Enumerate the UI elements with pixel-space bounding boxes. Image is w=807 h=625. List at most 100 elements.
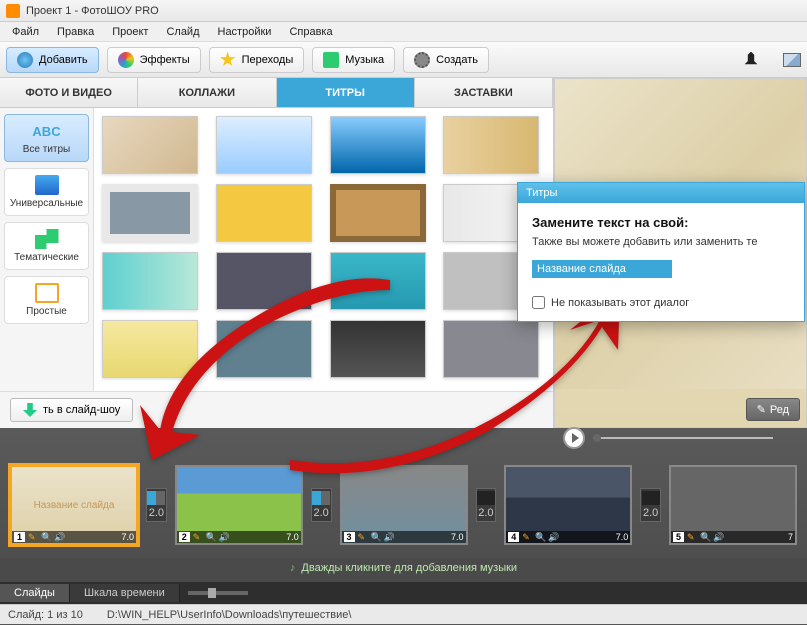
edit-icon[interactable]: ✎: [358, 532, 368, 542]
sidebar-item-all-titles[interactable]: ABC Все титры: [4, 114, 89, 162]
timeline[interactable]: Название слайда1✎🔍🔊7.02.02✎🔍🔊7.02.03✎🔍🔊7…: [0, 452, 807, 558]
menu-edit[interactable]: Правка: [49, 24, 102, 40]
dont-show-checkbox-label[interactable]: Не показывать этот диалог: [532, 296, 790, 309]
checkbox-text: Не показывать этот диалог: [551, 297, 689, 309]
transition-box[interactable]: 2.0: [311, 488, 332, 522]
sidebar-item-universal[interactable]: Универсальные: [4, 168, 89, 216]
add-button[interactable]: Добавить: [6, 47, 99, 73]
create-icon: [414, 52, 430, 68]
template-thumb[interactable]: [216, 252, 312, 310]
tab-screensavers[interactable]: ЗАСТАВКИ: [415, 78, 553, 107]
edit-button[interactable]: Ред: [746, 398, 800, 421]
template-thumb[interactable]: [102, 116, 198, 174]
sound-icon[interactable]: 🔊: [219, 532, 229, 542]
music-button[interactable]: Музыка: [312, 47, 395, 73]
template-thumb[interactable]: [330, 116, 426, 174]
sidebar-item-simple[interactable]: Простые: [4, 276, 89, 324]
menu-help[interactable]: Справка: [281, 24, 340, 40]
content-tabs: ФОТО И ВИДЕО КОЛЛАЖИ ТИТРЫ ЗАСТАВКИ: [0, 78, 553, 108]
play-button[interactable]: [563, 427, 585, 449]
zoom-icon[interactable]: 🔍: [371, 532, 381, 542]
template-thumb[interactable]: [443, 116, 539, 174]
edit-icon[interactable]: ✎: [687, 532, 697, 542]
template-thumb[interactable]: [102, 252, 198, 310]
slide-thumbnail: Название слайда1✎🔍🔊7.0: [10, 465, 138, 545]
timeline-slide[interactable]: Название слайда1✎🔍🔊7.0: [10, 465, 138, 545]
edit-icon[interactable]: ✎: [522, 532, 532, 542]
music-track-hint[interactable]: Дважды кликните для добавления музыки: [0, 558, 807, 582]
sound-icon[interactable]: 🔊: [548, 532, 558, 542]
bottom-tab-slides[interactable]: Слайды: [0, 584, 70, 602]
menu-slide[interactable]: Слайд: [158, 24, 207, 40]
slide-thumbnail: 4✎🔍🔊7.0: [504, 465, 632, 545]
effects-label: Эффекты: [140, 54, 190, 66]
dialog-subtext: Также вы можете добавить или заменить те: [532, 236, 790, 248]
left-panel: ФОТО И ВИДЕО КОЛЛАЖИ ТИТРЫ ЗАСТАВКИ ABC …: [0, 78, 554, 428]
slide-controls: 1✎🔍🔊7.0: [12, 531, 136, 543]
edit-icon[interactable]: ✎: [193, 532, 203, 542]
menu-settings[interactable]: Настройки: [210, 24, 280, 40]
sound-icon[interactable]: 🔊: [54, 532, 64, 542]
titlebar: Проект 1 - ФотоШОУ PRO: [0, 0, 807, 22]
seek-bar[interactable]: [593, 437, 773, 439]
zoom-slider[interactable]: [188, 591, 248, 595]
bottom-tab-timeline[interactable]: Шкала времени: [70, 584, 180, 602]
abc-icon: ABC: [35, 121, 59, 141]
menubar: Файл Правка Проект Слайд Настройки Справ…: [0, 22, 807, 42]
category-sidebar: ABC Все титры Универсальные Тематические…: [0, 108, 94, 391]
add-to-slideshow-label: ть в слайд-шоу: [43, 404, 120, 416]
template-thumb[interactable]: [102, 184, 198, 242]
effects-button[interactable]: Эффекты: [107, 47, 201, 73]
slide-duration: 7.0: [286, 532, 299, 542]
sidebar-label-simple: Простые: [26, 306, 67, 317]
sound-icon[interactable]: 🔊: [713, 532, 723, 542]
timeline-slide[interactable]: 5✎🔍🔊7: [669, 465, 797, 545]
app-icon: [6, 4, 20, 18]
add-button-row: ть в слайд-шоу: [0, 391, 553, 428]
template-grid[interactable]: [94, 108, 553, 391]
slide-controls: 4✎🔍🔊7.0: [506, 531, 630, 543]
add-label: Добавить: [39, 54, 88, 66]
tab-photo-video[interactable]: ФОТО И ВИДЕО: [0, 78, 138, 107]
slide-duration: 7: [788, 532, 793, 542]
dont-show-checkbox[interactable]: [532, 296, 545, 309]
transitions-label: Переходы: [242, 54, 294, 66]
sidebar-item-thematic[interactable]: Тематические: [4, 222, 89, 270]
zoom-icon[interactable]: 🔍: [535, 532, 545, 542]
timeline-slide[interactable]: 2✎🔍🔊7.0: [175, 465, 303, 545]
slide-controls: 3✎🔍🔊7.0: [342, 531, 466, 543]
zoom-icon[interactable]: 🔍: [700, 532, 710, 542]
zoom-icon[interactable]: 🔍: [206, 532, 216, 542]
template-thumb[interactable]: [330, 320, 426, 378]
bell-icon[interactable]: [743, 52, 759, 68]
timeline-slide[interactable]: 4✎🔍🔊7.0: [504, 465, 632, 545]
transition-box[interactable]: 2.0: [146, 488, 167, 522]
transition-duration: 2.0: [313, 507, 328, 519]
slide-title-input[interactable]: [532, 260, 672, 278]
template-thumb[interactable]: [216, 184, 312, 242]
template-thumb[interactable]: [216, 320, 312, 378]
transition-box[interactable]: 2.0: [640, 488, 661, 522]
template-thumb[interactable]: [102, 320, 198, 378]
tab-titles[interactable]: ТИТРЫ: [277, 78, 415, 107]
edit-icon[interactable]: ✎: [28, 532, 38, 542]
frame-icon: [35, 283, 59, 303]
transition-icon: [312, 491, 330, 505]
add-to-slideshow-button[interactable]: ть в слайд-шоу: [10, 398, 133, 422]
transitions-button[interactable]: Переходы: [209, 47, 305, 73]
template-thumb[interactable]: [216, 116, 312, 174]
picture-icon[interactable]: [783, 53, 801, 67]
zoom-icon[interactable]: 🔍: [41, 532, 51, 542]
menu-file[interactable]: Файл: [4, 24, 47, 40]
timeline-slide[interactable]: 3✎🔍🔊7.0: [340, 465, 468, 545]
transition-box[interactable]: 2.0: [476, 488, 497, 522]
template-thumb[interactable]: [330, 184, 426, 242]
template-thumb[interactable]: [443, 320, 539, 378]
tab-collages[interactable]: КОЛЛАЖИ: [138, 78, 276, 107]
sound-icon[interactable]: 🔊: [384, 532, 394, 542]
gift-icon: [35, 229, 59, 249]
template-thumb[interactable]: [330, 252, 426, 310]
menu-project[interactable]: Проект: [104, 24, 156, 40]
create-button[interactable]: Создать: [403, 47, 489, 73]
sidebar-label-universal: Универсальные: [10, 198, 83, 209]
